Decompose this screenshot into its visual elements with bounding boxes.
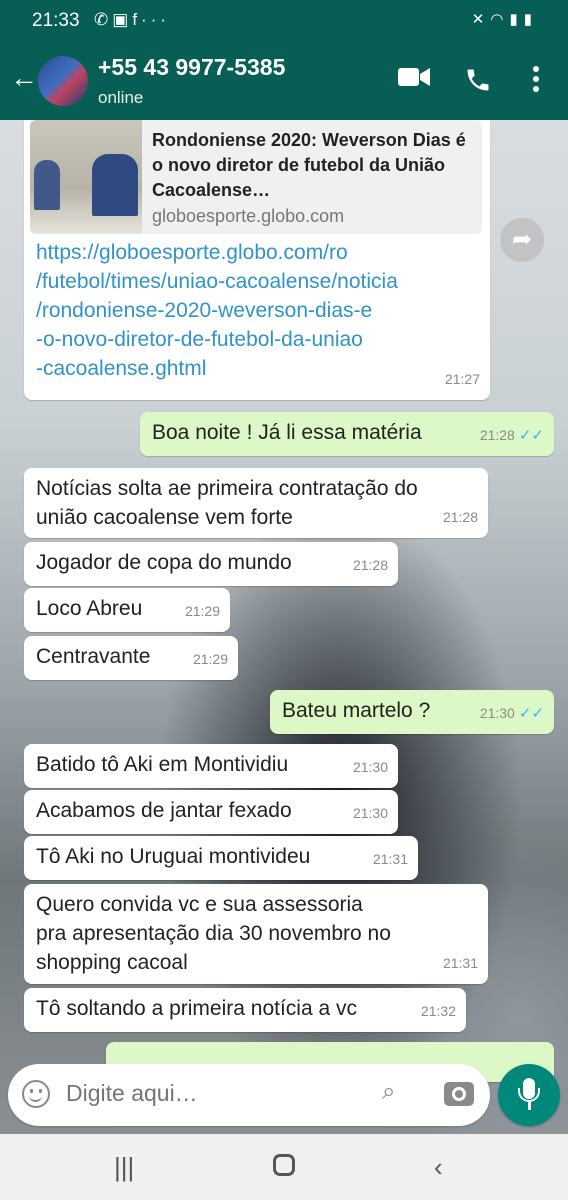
emoji-icon[interactable] [22,1080,50,1108]
system-nav-bar: ||| ‹ [0,1134,568,1200]
message-text: Acabamos de jantar fexado [36,799,292,822]
overflow-menu-icon[interactable] [532,66,540,92]
message-incoming[interactable]: Jogador de copa do mundo 21:28 [24,542,398,586]
video-call-icon[interactable] [398,66,430,88]
link-preview-domain: globoesporte.globo.com [152,206,345,226]
back-arrow-icon[interactable]: ← [10,64,38,92]
link-preview-title: Rondoniense 2020: Weverson Dias é o novo… [152,130,466,200]
whatsapp-icon: ✆ [94,10,113,29]
mute-icon: ✕ [471,11,491,28]
message-outgoing[interactable]: Boa noite ! Já li essa matéria 21:28 ✓✓ [140,412,554,456]
camera-icon[interactable] [444,1082,474,1106]
message-incoming[interactable]: Tô soltando a primeira notícia a vc 21:3… [24,988,466,1032]
system-icons: ✕◠▮▮ [472,10,538,28]
status-time: 21:33 [32,10,80,31]
message-time: 21:28 [352,557,388,573]
home-icon[interactable] [273,1154,295,1176]
message-text: shopping cacoal [36,951,188,974]
message-time: 21:32 [420,1003,456,1019]
message-time: 21:28 [442,509,478,525]
facebook-icon: f [132,10,142,29]
message-text: Jogador de copa do mundo [36,551,292,574]
signal-icon: ▮ [509,11,524,28]
chat-area[interactable]: Rondoniense 2020: Weverson Dias é o novo… [0,120,568,1134]
message-incoming[interactable]: Tô Aki no Uruguai montivideu 21:31 [24,836,418,880]
message-outgoing[interactable]: Bateu martelo ? 21:30 ✓✓ [270,690,554,734]
battery-icon: ▮ [523,11,538,28]
mic-icon[interactable] [498,1064,560,1126]
link-preview-thumbnail [30,120,142,234]
message-time: 21:30 [479,705,515,721]
recent-apps-icon[interactable]: ||| [114,1152,134,1183]
avatar[interactable] [38,56,88,106]
message-text: Tô Aki no Uruguai montivideu [36,845,311,868]
status-bar: 21:33 ✆▣f··· ✕◠▮▮ [0,0,568,42]
message-time: 21:30 [352,805,388,821]
phone-icon[interactable] [464,66,492,94]
message-incoming[interactable]: Rondoniense 2020: Weverson Dias é o novo… [24,120,490,400]
message-link[interactable]: https://globoesporte.globo.com/ro /futeb… [36,238,398,383]
message-incoming[interactable]: Loco Abreu 21:29 [24,588,230,632]
message-text: Quero convida vc e sua assessoria [36,893,363,916]
message-text: Batido tô Aki em Montividiu [36,753,289,776]
message-time: 21:29 [192,651,228,667]
message-time: 21:27 [444,371,480,387]
message-time: 21:30 [352,759,388,775]
presence-status: online [98,88,144,107]
back-icon[interactable]: ‹ [434,1152,443,1183]
message-incoming[interactable]: Notícias solta ae primeira contratação d… [24,468,488,538]
contact-name[interactable]: +55 43 9977-5385 [98,54,285,81]
message-text: união cacoalense vem forte [36,506,293,529]
wifi-icon: ◠ [490,11,510,28]
attach-icon[interactable]: ⌕ [382,1078,395,1106]
image-icon: ▣ [112,10,133,29]
message-time: 21:29 [184,603,220,619]
read-ticks-icon: ✓✓ [518,705,544,722]
link-preview[interactable]: Rondoniense 2020: Weverson Dias é o novo… [30,120,482,234]
notification-icons: ✆▣f··· [94,10,170,30]
message-text: Notícias solta ae primeira contratação d… [36,477,418,500]
message-text: Tô soltando a primeira notícia a vc [36,997,357,1020]
read-ticks-icon: ✓✓ [518,427,544,444]
message-incoming[interactable]: Acabamos de jantar fexado 21:30 [24,790,398,834]
more-icon: ··· [141,10,171,29]
chat-header: ← +55 43 9977-5385 online [0,42,568,120]
message-time: 21:31 [442,955,478,971]
forward-icon[interactable]: ➦ [500,218,544,262]
message-time: 21:31 [372,851,408,867]
message-composer[interactable]: ⌕ [8,1064,490,1126]
message-time: 21:28 [479,427,515,443]
message-incoming[interactable]: Batido tô Aki em Montividiu 21:30 [24,744,398,788]
message-incoming[interactable]: Centravante 21:29 [24,636,238,680]
message-incoming[interactable]: Quero convida vc e sua assessoria pra ap… [24,884,488,984]
message-text: pra apresentação dia 30 novembro no [36,922,391,945]
message-input[interactable] [66,1080,366,1107]
